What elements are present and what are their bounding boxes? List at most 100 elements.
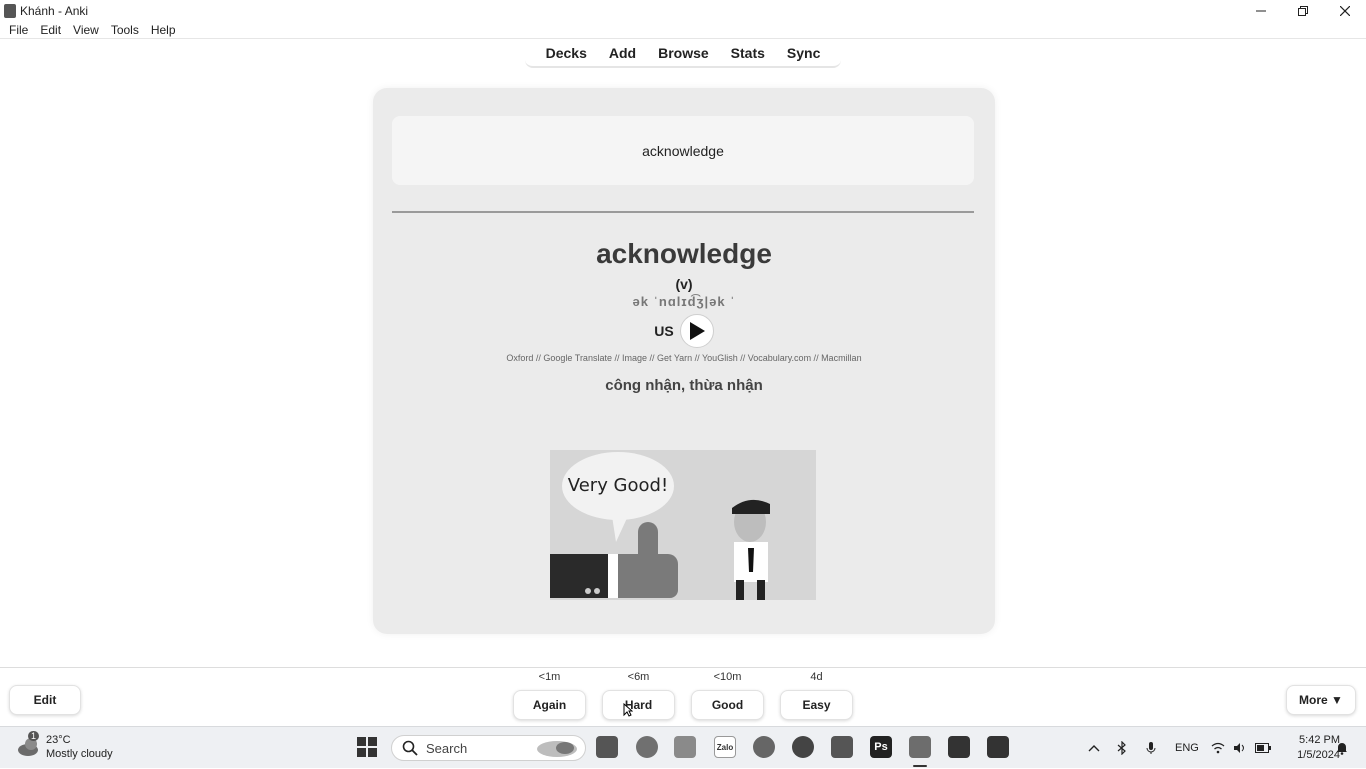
speaker-icon [1234, 743, 1244, 753]
easy-button[interactable]: Easy [780, 690, 853, 720]
title-bar: Khánh - Anki [0, 0, 1366, 22]
app-icon-generic[interactable] [831, 736, 853, 758]
card-front: acknowledge [392, 116, 974, 185]
meaning: công nhận, thừa nhận [605, 377, 763, 394]
nav-stats[interactable]: Stats [720, 40, 776, 66]
answer-word: acknowledge [596, 238, 772, 269]
audio-row: US [373, 314, 995, 348]
menu-view[interactable]: View [73, 23, 99, 37]
nav-sync[interactable]: Sync [776, 40, 831, 66]
chevron-up-icon [1088, 745, 1100, 752]
search-highlight-icon [537, 741, 577, 757]
microphone-icon [1146, 742, 1156, 754]
good-column: <10m Good [691, 671, 764, 720]
weather-temp: 23°C [46, 734, 71, 746]
active-app-indicator [913, 765, 927, 767]
language-label: ENG [1175, 742, 1199, 754]
easy-due: 4d [810, 671, 823, 683]
menu-edit[interactable]: Edit [40, 23, 61, 37]
search-label: Search [426, 740, 468, 756]
restore-icon [1298, 6, 1308, 16]
edit-button[interactable]: Edit [9, 685, 81, 715]
hard-column: <6m Hard [602, 671, 675, 720]
minimize-icon [1256, 10, 1266, 12]
again-column: <1m Again [513, 671, 586, 720]
start-button[interactable] [357, 737, 377, 762]
easy-column: 4d Easy [780, 671, 853, 720]
front-word: acknowledge [642, 142, 724, 159]
easy-label: Easy [802, 698, 831, 712]
more-button[interactable]: More ▼ [1286, 685, 1356, 715]
clock-date: 1/5/2024 [1297, 749, 1340, 761]
speech-bubble-text: Very Good! [568, 475, 668, 496]
answer-bar: Edit <1m Again <6m Hard <10m Good 4d Eas… [0, 667, 1366, 725]
maximize-button[interactable] [1282, 0, 1324, 22]
nav-add[interactable]: Add [598, 40, 647, 66]
anki-app-icon [4, 4, 16, 18]
chrome-icon[interactable] [636, 736, 658, 758]
more-button-label: More ▼ [1299, 693, 1343, 707]
close-icon [1340, 6, 1350, 16]
edit-button-label: Edit [33, 693, 57, 707]
capcut-icon-2[interactable] [987, 736, 1009, 758]
show-hidden-icons[interactable] [1088, 727, 1100, 769]
good-label: Good [711, 698, 744, 712]
weather-desc: Mostly cloudy [46, 748, 113, 760]
photoshop-label: Ps [874, 741, 888, 753]
again-due: <1m [538, 671, 561, 683]
bluetooth-icon [1117, 741, 1126, 755]
mouse-cursor-icon [623, 703, 633, 717]
card-illustration: Very Good! [550, 450, 816, 600]
anki-taskbar-icon[interactable] [909, 736, 931, 758]
file-explorer-icon[interactable] [674, 736, 696, 758]
again-button[interactable]: Again [513, 690, 586, 720]
bluetooth-tray[interactable] [1117, 727, 1127, 769]
battery-tray[interactable] [1255, 727, 1271, 769]
top-navigation: Decks Add Browse Stats Sync [0, 40, 1366, 68]
notifications-button[interactable] [1336, 727, 1348, 769]
clock-time: 5:42 PM [1299, 734, 1340, 746]
battery-icon [1255, 743, 1271, 753]
edge-icon[interactable] [792, 736, 814, 758]
zalo-icon[interactable]: Zalo [714, 736, 736, 758]
window-controls [1240, 0, 1366, 22]
volume-tray[interactable] [1233, 727, 1247, 769]
nav-decks[interactable]: Decks [535, 40, 598, 66]
very-good-illustration: Very Good! [550, 450, 816, 600]
wifi-icon [1211, 742, 1225, 754]
camera-app-icon[interactable] [596, 736, 618, 758]
bell-icon [1337, 743, 1347, 755]
menu-file[interactable]: File [9, 23, 28, 37]
weather-widget[interactable]: 1 23°C Mostly cloudy [16, 731, 113, 761]
messenger-icon[interactable] [753, 736, 775, 758]
language-indicator[interactable]: ENG [1175, 727, 1199, 769]
part-of-speech: (v) [675, 276, 693, 292]
menu-tools[interactable]: Tools [111, 23, 139, 37]
weather-alert-badge: 1 [28, 731, 40, 741]
window-title: Khánh - Anki [20, 4, 89, 18]
play-audio-button[interactable] [679, 314, 714, 348]
microphone-tray[interactable] [1146, 727, 1156, 769]
capcut-icon[interactable] [948, 736, 970, 758]
windows-start-icon [357, 737, 377, 757]
search-icon [402, 740, 418, 756]
again-label: Again [532, 698, 567, 712]
system-clock[interactable]: 5:42 PM 1/5/2024 [1297, 733, 1340, 763]
menu-help[interactable]: Help [151, 23, 176, 37]
zalo-label: Zalo [716, 742, 734, 752]
nav-browse[interactable]: Browse [647, 40, 720, 66]
good-button[interactable]: Good [691, 690, 764, 720]
dictionary-links[interactable]: Oxford // Google Translate // Image // G… [373, 353, 995, 363]
answer-divider [392, 211, 974, 213]
taskbar-search[interactable]: Search [391, 735, 586, 761]
pronunciation-ipa: ək ˈnɑlɪd͡ʒ|ək ˈ [632, 294, 736, 309]
hard-due: <6m [627, 671, 650, 683]
photoshop-icon[interactable]: Ps [870, 736, 892, 758]
close-button[interactable] [1324, 0, 1366, 22]
hard-button[interactable]: Hard [602, 690, 675, 720]
play-icon [689, 322, 705, 340]
audio-accent-label: US [654, 323, 674, 339]
menu-bar: File Edit View Tools Help [0, 22, 1366, 39]
network-tray[interactable] [1211, 727, 1225, 769]
minimize-button[interactable] [1240, 0, 1282, 22]
